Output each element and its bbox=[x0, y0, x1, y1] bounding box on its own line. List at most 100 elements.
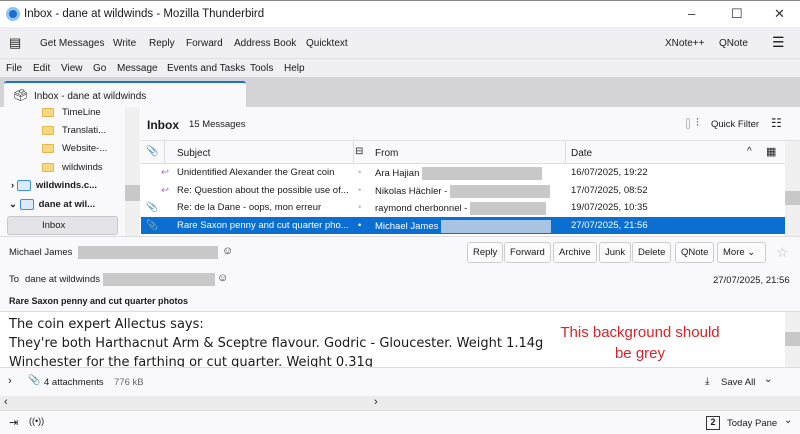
save-options-chevron-icon[interactable]: ⌄ bbox=[764, 374, 772, 385]
scroll-thumb[interactable] bbox=[125, 185, 140, 201]
more-button[interactable]: More ⌄ bbox=[717, 242, 766, 263]
replied-icon: ↩ bbox=[161, 184, 169, 196]
collapse-pane-icon[interactable]: ⇥ bbox=[9, 416, 18, 429]
main-toolbar: ▤ Get Messages Write Reply Forward Addre… bbox=[0, 27, 800, 58]
scroll-left-icon[interactable]: ‹ bbox=[4, 396, 8, 408]
table-row[interactable]: ↩ Unidentified Alexander the Great coin … bbox=[141, 164, 785, 182]
column-divider bbox=[353, 141, 354, 164]
menu-file[interactable]: File bbox=[6, 63, 22, 74]
folder-wildwinds[interactable]: wildwinds bbox=[42, 162, 103, 173]
column-from[interactable]: From bbox=[375, 148, 398, 159]
tab-strip: 🗳 Inbox - dane at wildwinds bbox=[0, 77, 800, 107]
folder-translations[interactable]: Translati... bbox=[42, 125, 106, 136]
correspondent-column-icon[interactable]: ⊟ bbox=[355, 146, 363, 157]
list-display-options-icon[interactable]: ☷ bbox=[771, 116, 782, 130]
account-icon bbox=[16, 180, 31, 191]
read-status-dot-icon[interactable]: • bbox=[358, 202, 361, 213]
table-row-selected[interactable]: 📎 Rare Saxon penny and cut quarter pho..… bbox=[141, 216, 785, 234]
scroll-thumb[interactable] bbox=[785, 332, 800, 346]
column-subject[interactable]: Subject bbox=[177, 148, 210, 159]
delete-button[interactable]: Delete bbox=[632, 242, 672, 263]
close-button[interactable]: ✕ bbox=[774, 6, 785, 22]
folder-pane-toggle-icon[interactable]: ▤ bbox=[9, 35, 21, 51]
row-from: Nikolas Hächler - bbox=[375, 185, 448, 197]
qnote-button[interactable]: QNote bbox=[675, 242, 715, 263]
folder-website[interactable]: Website-... bbox=[42, 143, 107, 154]
reply-button[interactable]: Reply bbox=[467, 242, 504, 263]
attachment-count[interactable]: 4 attachments bbox=[44, 377, 104, 388]
expand-attachments-icon[interactable]: › bbox=[8, 375, 12, 387]
online-status-icon[interactable]: ((•)) bbox=[29, 416, 44, 426]
table-row[interactable]: ↩ Re: Question about the possible use of… bbox=[141, 182, 785, 200]
menu-help[interactable]: Help bbox=[284, 63, 305, 74]
sort-ascending-icon[interactable]: ^ bbox=[747, 146, 752, 157]
inbox-icon: 🗳 bbox=[13, 88, 29, 102]
body-line: They're both Harthacnut Arm & Sceptre fl… bbox=[9, 336, 544, 351]
row-from-cell: Michael James bbox=[375, 219, 551, 233]
chevron-down-icon[interactable]: ⌄ bbox=[9, 199, 20, 210]
archive-button[interactable]: Archive bbox=[553, 242, 597, 263]
quick-filter-button[interactable]: Quick Filter bbox=[711, 119, 759, 130]
attachment-bar: › 📎 4 attachments 776 kB ⤓ Save All ⌄ bbox=[0, 367, 800, 396]
scroll-thumb[interactable] bbox=[785, 191, 800, 205]
folder-inbox-selected[interactable]: Inbox bbox=[7, 216, 118, 235]
junk-button[interactable]: Junk bbox=[599, 242, 632, 263]
address-book-button[interactable]: Address Book bbox=[234, 38, 296, 49]
row-subject: Rare Saxon penny and cut quarter pho... bbox=[177, 219, 349, 231]
forward-button[interactable]: Forward bbox=[186, 38, 223, 49]
thunderbird-logo-icon bbox=[6, 7, 20, 21]
account-dane[interactable]: ⌄ dane at wil... bbox=[9, 199, 95, 210]
message-list-scrollbar[interactable] bbox=[785, 141, 800, 236]
app-menu-icon[interactable]: ☰ bbox=[772, 34, 785, 51]
chevron-right-icon[interactable]: › bbox=[11, 180, 17, 191]
write-button[interactable]: Write bbox=[113, 38, 136, 49]
menu-view[interactable]: View bbox=[61, 63, 83, 74]
get-messages-button[interactable]: Get Messages bbox=[40, 38, 104, 49]
folder-pane-scrollbar[interactable] bbox=[125, 107, 140, 236]
message-body-scrollbar[interactable] bbox=[785, 312, 800, 367]
scroll-right-icon[interactable]: › bbox=[374, 396, 378, 408]
redacted-email bbox=[441, 219, 551, 233]
contact-icon[interactable]: ☺ bbox=[222, 245, 233, 257]
horizontal-scrollbar[interactable]: ‹ › bbox=[0, 396, 800, 410]
body-line: Winchester for the farthing or cut quart… bbox=[9, 355, 374, 367]
save-all-button[interactable]: Save All bbox=[721, 377, 755, 388]
read-status-dot-icon[interactable]: • bbox=[358, 185, 361, 196]
attachment-column-icon[interactable]: 📎 bbox=[146, 146, 158, 157]
today-pane-button[interactable]: Today Pane bbox=[727, 418, 777, 429]
xnote-button[interactable]: XNote++ bbox=[665, 38, 704, 49]
chevron-down-icon[interactable]: ⌄ bbox=[784, 415, 792, 426]
table-row[interactable]: 📎 Re: de la Dane - oops, mon erreur • ra… bbox=[141, 199, 785, 217]
row-date: 17/07/2025, 08:52 bbox=[571, 184, 648, 196]
menu-edit[interactable]: Edit bbox=[33, 63, 50, 74]
quicktext-button[interactable]: Quicktext bbox=[306, 38, 348, 49]
minimize-button[interactable]: – bbox=[688, 6, 695, 21]
column-date[interactable]: Date bbox=[571, 148, 592, 159]
star-icon[interactable]: ☆ bbox=[776, 244, 789, 261]
menu-events-tasks[interactable]: Events and Tasks bbox=[167, 63, 245, 74]
menu-tools[interactable]: Tools bbox=[250, 63, 273, 74]
redacted-email bbox=[422, 167, 542, 180]
folder-label: Translati... bbox=[62, 125, 106, 136]
sender-name[interactable]: Michael James bbox=[9, 247, 72, 258]
menu-message[interactable]: Message bbox=[117, 63, 158, 74]
message-header: Michael James ☺ To dane at wildwinds ☺ R… bbox=[0, 236, 800, 312]
column-picker-icon[interactable]: ▦ bbox=[766, 145, 776, 158]
quick-filter-toggle[interactable] bbox=[686, 118, 690, 129]
row-subject: Unidentified Alexander the Great coin bbox=[177, 167, 335, 178]
read-status-dot-icon[interactable]: • bbox=[358, 167, 361, 178]
recipient-name[interactable]: dane at wildwinds bbox=[25, 274, 100, 285]
account-wildwinds[interactable]: › wildwinds.c... bbox=[11, 180, 97, 191]
qnote-button[interactable]: QNote bbox=[719, 38, 748, 49]
forward-button[interactable]: Forward bbox=[504, 242, 551, 263]
chevron-down-icon: ⌄ bbox=[747, 247, 756, 258]
reply-button[interactable]: Reply bbox=[149, 38, 175, 49]
tab-inbox[interactable]: 🗳 Inbox - dane at wildwinds bbox=[4, 81, 246, 107]
row-date: 16/07/2025, 19:22 bbox=[571, 167, 648, 178]
read-status-dot-icon[interactable]: • bbox=[358, 220, 361, 231]
title-bar: Inbox - dane at wildwinds - Mozilla Thun… bbox=[0, 0, 800, 27]
menu-go[interactable]: Go bbox=[93, 63, 106, 74]
folder-timeline[interactable]: TimeLine bbox=[42, 107, 101, 118]
maximize-button[interactable]: ☐ bbox=[731, 6, 743, 22]
contact-icon[interactable]: ☺ bbox=[217, 272, 228, 284]
